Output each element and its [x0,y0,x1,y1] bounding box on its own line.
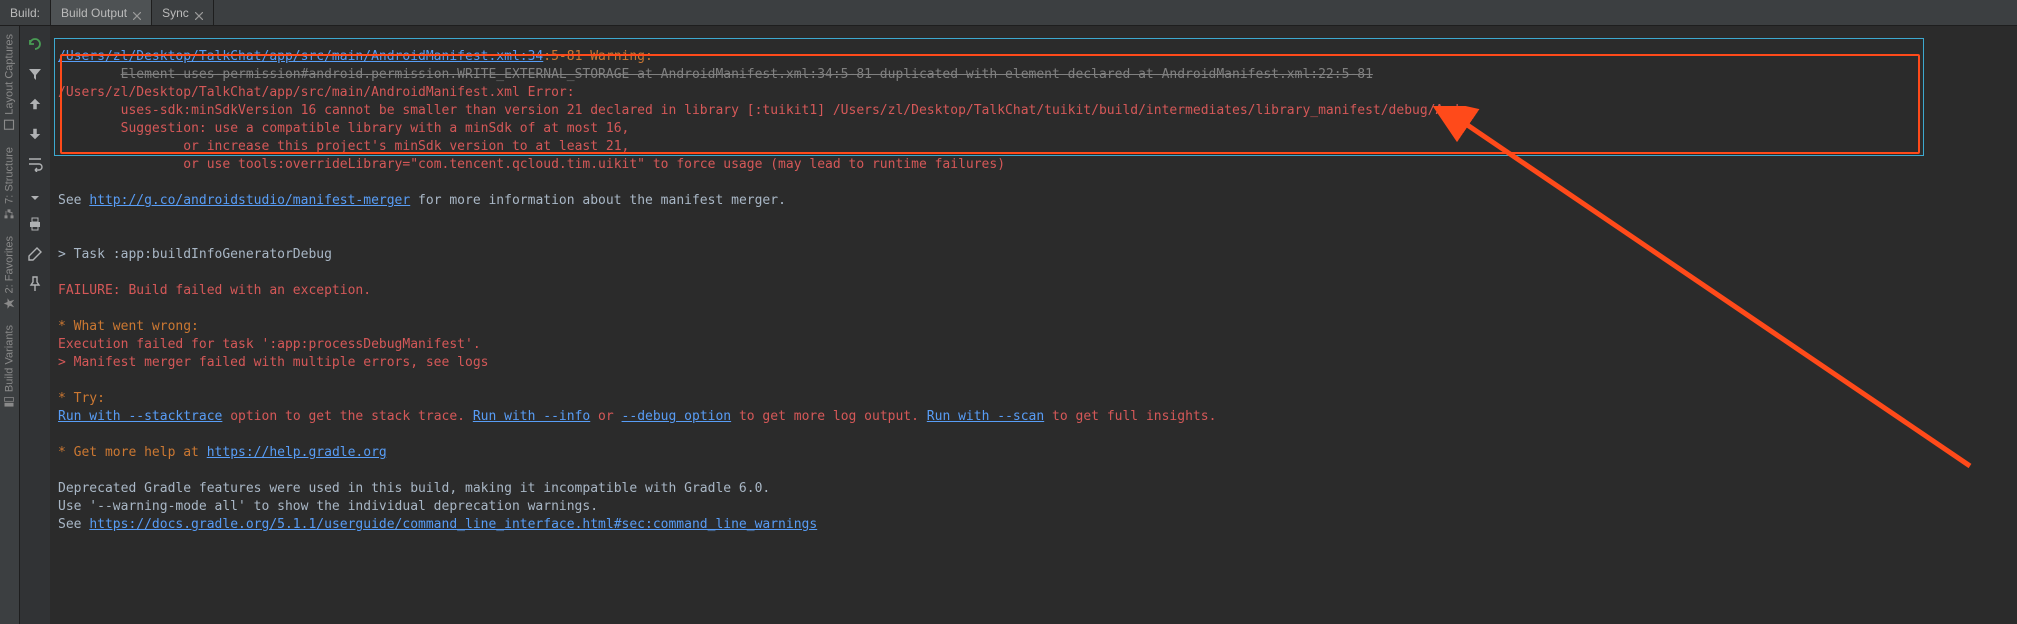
help-text: * Get more help at https://help.gradle.o… [58,445,387,460]
build-label: Build: [0,0,51,25]
arrow-down-icon[interactable] [27,126,43,142]
pin-icon[interactable] [27,276,43,292]
strikethrough-warning: Element uses-permission#android.permissi… [58,67,1373,82]
filter-icon[interactable] [27,66,43,82]
gradle-help-link[interactable]: https://help.gradle.org [207,445,387,460]
tab-build-output[interactable]: Build Output [51,0,152,25]
close-icon[interactable] [133,9,141,17]
gradle-docs-link[interactable]: https://docs.gradle.org/5.1.1/userguide/… [89,517,817,532]
console-gutter [20,26,50,624]
build-tab-bar: Build: Build Output Sync [0,0,2017,26]
warning-text: :5-81 Warning: [543,49,653,64]
soft-wrap-icon[interactable] [27,156,43,172]
section-header: * Try: [58,391,105,406]
error-text: or increase this project's minSdk versio… [58,139,629,154]
side-tab-label: Build Variants [4,325,16,392]
side-tab-layout-captures[interactable]: Layout Captures [0,26,19,139]
deprecation-text: See https://docs.gradle.org/5.1.1/usergu… [58,517,817,532]
failure-text: FAILURE: Build failed with an exception. [58,283,371,298]
side-tab-label: Layout Captures [4,34,16,115]
tab-label: Build Output [61,6,127,20]
file-link[interactable]: /Users/zl/Desktop/TalkChat/app/src/main/… [58,49,543,64]
debug-link[interactable]: --debug option [622,409,732,424]
deprecation-text: Use '--warning-mode all' to show the ind… [58,499,598,514]
arrow-up-icon[interactable] [27,96,43,112]
side-tab-build-variants[interactable]: Build Variants [0,317,19,416]
scan-link[interactable]: Run with --scan [927,409,1044,424]
left-tool-strip: Layout Captures 7: Structure 2: Favorite… [0,26,20,624]
manifest-merger-link[interactable]: http://g.co/androidstudio/manifest-merge… [89,193,410,208]
stacktrace-link[interactable]: Run with --stacktrace [58,409,222,424]
rerun-icon[interactable] [27,36,43,52]
scroll-to-end-icon[interactable] [27,186,43,202]
print-icon[interactable] [27,216,43,232]
error-text: or use tools:overrideLibrary="com.tencen… [58,157,1005,172]
task-text: > Task :app:buildInfoGeneratorDebug [58,247,332,262]
info-text: See http://g.co/androidstudio/manifest-m… [58,193,786,208]
tab-sync[interactable]: Sync [152,0,214,25]
side-tab-label: 2: Favorites [4,236,16,293]
section-header: * What went wrong: [58,319,199,334]
annotation-arrow [1430,106,1990,486]
deprecation-text: Deprecated Gradle features were used in … [58,481,770,496]
clear-icon[interactable] [27,246,43,262]
info-link[interactable]: Run with --info [473,409,590,424]
error-text: > Manifest merger failed with multiple e… [58,355,488,370]
content-wrap: Layout Captures 7: Structure 2: Favorite… [0,26,2017,624]
error-text: uses-sdk:minSdkVersion 16 cannot be smal… [58,103,1467,118]
error-text: Execution failed for task ':app:processD… [58,337,481,352]
try-text: Run with --stacktrace option to get the … [58,409,1216,424]
side-tab-structure[interactable]: 7: Structure [0,139,19,228]
tab-label: Sync [162,6,189,20]
close-icon[interactable] [195,9,203,17]
error-text: Suggestion: use a compatible library wit… [58,121,629,136]
side-tab-favorites[interactable]: 2: Favorites [0,228,19,317]
build-output-console[interactable]: /Users/zl/Desktop/TalkChat/app/src/main/… [50,26,2017,624]
error-text: /Users/zl/Desktop/TalkChat/app/src/main/… [58,85,575,100]
side-tab-label: 7: Structure [4,147,16,204]
